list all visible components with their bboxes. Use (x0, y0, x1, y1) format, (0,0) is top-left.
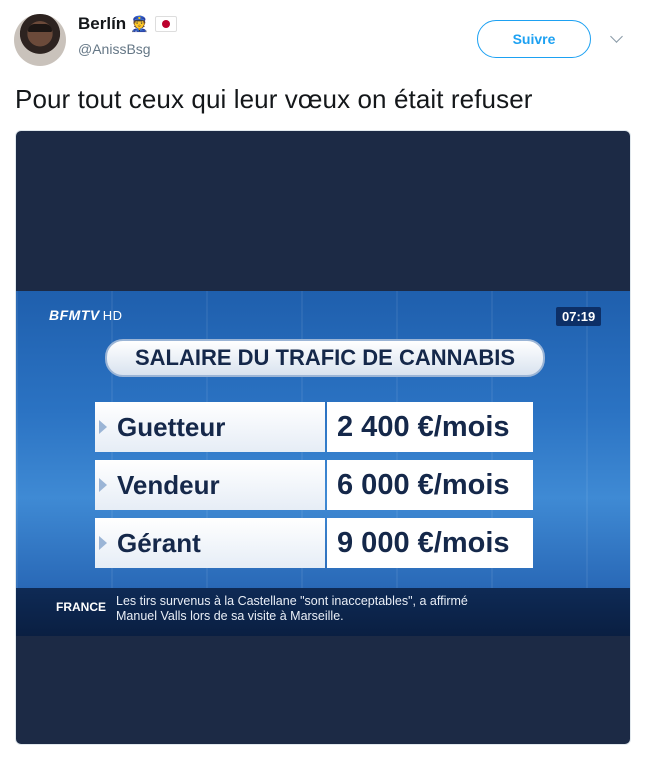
tweet-text: Pour tout ceux qui leur vœux on était re… (15, 84, 533, 114)
salary-row: Vendeur 6 000 €/mois (95, 460, 533, 510)
ticker-region: FRANCE (56, 600, 106, 614)
chevron-down-icon[interactable] (610, 30, 623, 43)
salary-value: 9 000 €/mois (327, 518, 533, 568)
user-handle[interactable]: @AnissBsg (78, 41, 151, 57)
salary-row: Gérant 9 000 €/mois (95, 518, 533, 568)
news-ticker: FRANCE Les tirs survenus à la Castellane… (16, 588, 630, 636)
tv-screen: BFMTV HD 07:19 SALAIRE DU TRAFIC DE CANNA… (16, 291, 630, 636)
ticker-text: Les tirs survenus à la Castellane "sont … (116, 594, 468, 623)
police-officer-emoji: 👮 (130, 16, 149, 33)
author-name-row[interactable]: Berlín 👮 (78, 14, 177, 34)
tv-title-banner: SALAIRE DU TRAFIC DE CANNABIS (105, 339, 545, 377)
japan-flag-icon (154, 16, 177, 32)
tv-clock: 07:19 (556, 307, 602, 326)
follow-button[interactable]: Suivre (477, 20, 591, 58)
salary-row: Guetteur 2 400 €/mois (95, 402, 533, 452)
tweet-media-image[interactable]: BFMTV HD 07:19 SALAIRE DU TRAFIC DE CANNA… (15, 130, 631, 745)
avatar[interactable] (14, 14, 66, 66)
channel-logo: BFMTV HD (49, 307, 123, 323)
channel-quality: HD (102, 308, 123, 323)
display-name[interactable]: Berlín (78, 14, 126, 34)
salary-table: Guetteur 2 400 €/mois Vendeur 6 000 €/mo… (95, 402, 533, 576)
channel-name: BFMTV (49, 307, 100, 323)
salary-value: 2 400 €/mois (327, 402, 533, 452)
salary-value: 6 000 €/mois (327, 460, 533, 510)
role-label: Vendeur (95, 460, 325, 510)
role-label: Gérant (95, 518, 325, 568)
role-label: Guetteur (95, 402, 325, 452)
